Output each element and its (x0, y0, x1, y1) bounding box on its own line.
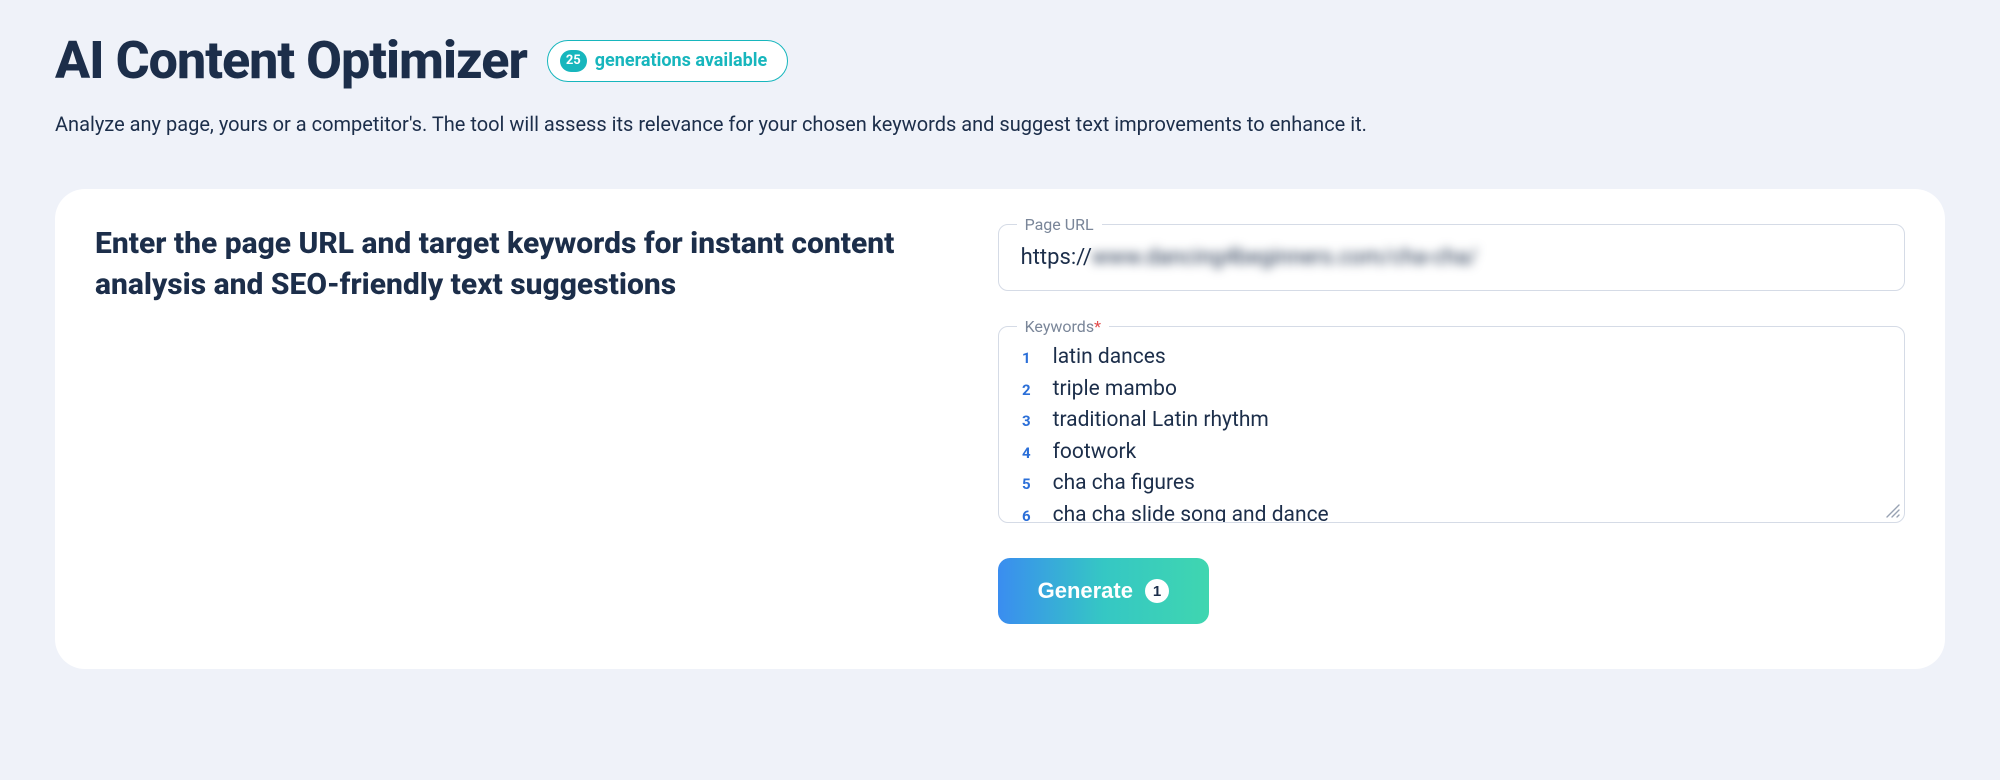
keyword-row: 1 latin dances (1017, 342, 1886, 374)
keyword-text: cha cha figures (1053, 468, 1195, 500)
keyword-row: 2 triple mambo (1017, 374, 1886, 406)
keywords-input[interactable]: 1 latin dances 2 triple mambo 3 traditional… (999, 327, 1904, 522)
page-url-label: Page URL (1017, 215, 1102, 234)
keyword-row: 4 footwork (1017, 437, 1886, 469)
page-title: AI Content Optimizer (55, 30, 527, 91)
keyword-number: 3 (1017, 410, 1031, 433)
keyword-number: 1 (1017, 347, 1031, 370)
generate-button[interactable]: Generate 1 (998, 558, 1209, 624)
url-blurred-value: www.dancing4beginners.com/cha-cha/ (1092, 245, 1477, 270)
page-description: Analyze any page, yours or a competitor'… (55, 109, 1945, 139)
keyword-text: footwork (1053, 437, 1137, 469)
keyword-text: cha cha slide song and dance (1053, 500, 1329, 523)
keyword-row: 6 cha cha slide song and dance (1017, 500, 1886, 523)
generate-cost-badge: 1 (1145, 579, 1169, 603)
keyword-number: 5 (1017, 473, 1031, 496)
keyword-text: triple mambo (1053, 374, 1177, 406)
url-prefix: https:// (1021, 245, 1092, 270)
keyword-text: traditional Latin rhythm (1053, 405, 1269, 437)
page-url-fieldset: Page URL https://www.dancing4beginners.c… (998, 224, 1905, 291)
keyword-text: latin dances (1053, 342, 1166, 374)
generations-label: generations available (595, 50, 767, 71)
generations-available-badge[interactable]: 25 generations available (547, 40, 788, 82)
generations-count: 25 (560, 50, 587, 72)
keyword-row: 3 traditional Latin rhythm (1017, 405, 1886, 437)
keyword-number: 4 (1017, 442, 1031, 465)
card-heading: Enter the page URL and target keywords f… (95, 224, 928, 305)
resize-handle-icon[interactable] (1886, 504, 1900, 518)
generate-label: Generate (1038, 578, 1133, 604)
optimizer-card: Enter the page URL and target keywords f… (55, 189, 1945, 669)
keyword-number: 2 (1017, 379, 1031, 402)
page-url-input[interactable]: https://www.dancing4beginners.com/cha-ch… (999, 225, 1904, 290)
keywords-fieldset: Keywords* 1latin dances 2triple mambo 3t… (998, 326, 1905, 523)
keyword-row: 5 cha cha figures (1017, 468, 1886, 500)
keyword-number: 6 (1017, 505, 1031, 523)
